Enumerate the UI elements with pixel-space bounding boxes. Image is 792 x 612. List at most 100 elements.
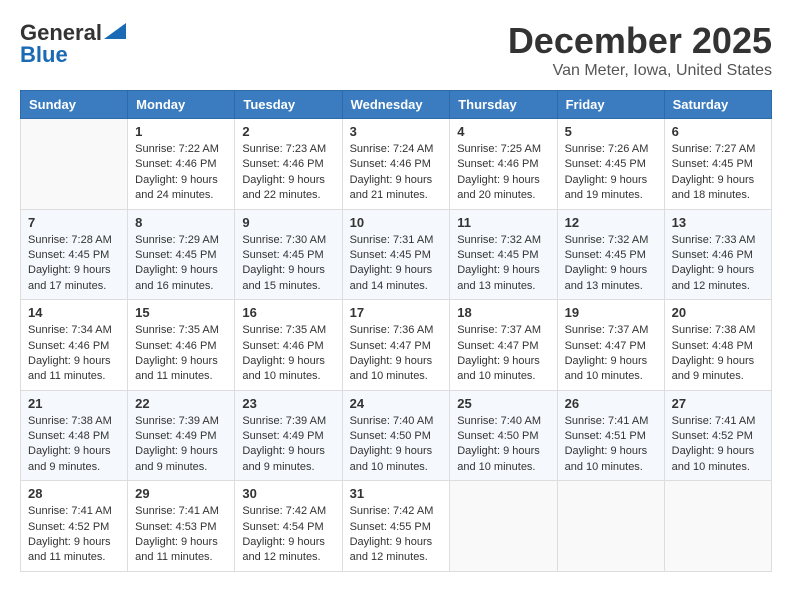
day-number: 1 (135, 124, 227, 139)
calendar-cell (557, 481, 664, 572)
day-number: 13 (672, 215, 764, 230)
calendar-cell: 20 Sunrise: 7:38 AM Sunset: 4:48 PM Dayli… (664, 300, 771, 391)
calendar-cell: 10 Sunrise: 7:31 AM Sunset: 4:45 PM Dayli… (342, 209, 450, 300)
day-info: Sunrise: 7:42 AM Sunset: 4:55 PM Dayligh… (350, 504, 443, 566)
day-info: Sunrise: 7:27 AM Sunset: 4:45 PM Dayligh… (672, 142, 764, 204)
day-info: Sunrise: 7:32 AM Sunset: 4:45 PM Dayligh… (565, 233, 657, 295)
calendar-cell (21, 119, 128, 210)
calendar-cell: 15 Sunrise: 7:35 AM Sunset: 4:46 PM Dayli… (128, 300, 235, 391)
calendar-cell: 11Sunrise: 7:32 AM Sunset: 4:45 PM Dayli… (450, 209, 557, 300)
calendar-cell: 24 Sunrise: 7:40 AM Sunset: 4:50 PM Dayli… (342, 390, 450, 481)
logo: General Blue (20, 20, 126, 68)
calendar-cell: 3Sunrise: 7:24 AM Sunset: 4:46 PM Daylig… (342, 119, 450, 210)
calendar-cell: 17 Sunrise: 7:36 AM Sunset: 4:47 PM Dayli… (342, 300, 450, 391)
day-info: Sunrise: 7:41 AM Sunset: 4:53 PM Dayligh… (135, 504, 227, 566)
day-info: Sunrise: 7:36 AM Sunset: 4:47 PM Dayligh… (350, 323, 443, 385)
calendar-cell: 29Sunrise: 7:41 AM Sunset: 4:53 PM Dayli… (128, 481, 235, 572)
day-info: Sunrise: 7:35 AM Sunset: 4:46 PM Dayligh… (242, 323, 334, 385)
day-info: Sunrise: 7:41 AM Sunset: 4:52 PM Dayligh… (28, 504, 120, 566)
day-number: 21 (28, 396, 120, 411)
day-number: 8 (135, 215, 227, 230)
calendar-week-1: 1 Sunrise: 7:22 AM Sunset: 4:46 PM Daylig… (21, 119, 772, 210)
day-number: 23 (242, 396, 334, 411)
day-info: Sunrise: 7:22 AM Sunset: 4:46 PM Dayligh… (135, 142, 227, 204)
day-info: Sunrise: 7:32 AM Sunset: 4:45 PM Dayligh… (457, 233, 549, 295)
day-info: Sunrise: 7:39 AM Sunset: 4:49 PM Dayligh… (242, 414, 334, 476)
day-info: Sunrise: 7:38 AM Sunset: 4:48 PM Dayligh… (28, 414, 120, 476)
day-number: 16 (242, 305, 334, 320)
day-info: Sunrise: 7:35 AM Sunset: 4:46 PM Dayligh… (135, 323, 227, 385)
day-number: 2 (242, 124, 334, 139)
day-info: Sunrise: 7:28 AM Sunset: 4:45 PM Dayligh… (28, 233, 120, 295)
day-number: 17 (350, 305, 443, 320)
calendar-cell: 23 Sunrise: 7:39 AM Sunset: 4:49 PM Dayli… (235, 390, 342, 481)
weekday-header-friday: Friday (557, 91, 664, 119)
calendar-table: SundayMondayTuesdayWednesdayThursdayFrid… (20, 90, 772, 572)
day-number: 10 (350, 215, 443, 230)
calendar-cell: 21 Sunrise: 7:38 AM Sunset: 4:48 PM Dayli… (21, 390, 128, 481)
day-number: 12 (565, 215, 657, 230)
day-number: 26 (565, 396, 657, 411)
calendar-cell: 1 Sunrise: 7:22 AM Sunset: 4:46 PM Daylig… (128, 119, 235, 210)
day-number: 18 (457, 305, 549, 320)
calendar-cell: 30Sunrise: 7:42 AM Sunset: 4:54 PM Dayli… (235, 481, 342, 572)
day-info: Sunrise: 7:33 AM Sunset: 4:46 PM Dayligh… (672, 233, 764, 295)
day-number: 19 (565, 305, 657, 320)
calendar-cell: 19 Sunrise: 7:37 AM Sunset: 4:47 PM Dayli… (557, 300, 664, 391)
weekday-header-saturday: Saturday (664, 91, 771, 119)
weekday-header-wednesday: Wednesday (342, 91, 450, 119)
calendar-week-4: 21 Sunrise: 7:38 AM Sunset: 4:48 PM Dayli… (21, 390, 772, 481)
calendar-cell: 14Sunrise: 7:34 AM Sunset: 4:46 PM Dayli… (21, 300, 128, 391)
day-number: 4 (457, 124, 549, 139)
day-number: 28 (28, 486, 120, 501)
calendar-cell (664, 481, 771, 572)
weekday-header-monday: Monday (128, 91, 235, 119)
day-info: Sunrise: 7:41 AM Sunset: 4:51 PM Dayligh… (565, 414, 657, 476)
page-header: General Blue December 2025 Van Meter, Io… (20, 20, 772, 80)
day-info: Sunrise: 7:40 AM Sunset: 4:50 PM Dayligh… (457, 414, 549, 476)
calendar-cell: 25 Sunrise: 7:40 AM Sunset: 4:50 PM Dayli… (450, 390, 557, 481)
day-number: 3 (350, 124, 443, 139)
calendar-cell: 5Sunrise: 7:26 AM Sunset: 4:45 PM Daylig… (557, 119, 664, 210)
day-info: Sunrise: 7:41 AM Sunset: 4:52 PM Dayligh… (672, 414, 764, 476)
day-number: 7 (28, 215, 120, 230)
day-info: Sunrise: 7:40 AM Sunset: 4:50 PM Dayligh… (350, 414, 443, 476)
day-info: Sunrise: 7:42 AM Sunset: 4:54 PM Dayligh… (242, 504, 334, 566)
day-number: 31 (350, 486, 443, 501)
day-info: Sunrise: 7:34 AM Sunset: 4:46 PM Dayligh… (28, 323, 120, 385)
calendar-cell: 12 Sunrise: 7:32 AM Sunset: 4:45 PM Dayli… (557, 209, 664, 300)
day-info: Sunrise: 7:30 AM Sunset: 4:45 PM Dayligh… (242, 233, 334, 295)
calendar-cell: 2 Sunrise: 7:23 AM Sunset: 4:46 PM Daylig… (235, 119, 342, 210)
calendar-cell: 9Sunrise: 7:30 AM Sunset: 4:45 PM Daylig… (235, 209, 342, 300)
weekday-header-tuesday: Tuesday (235, 91, 342, 119)
day-number: 27 (672, 396, 764, 411)
calendar-cell: 8Sunrise: 7:29 AM Sunset: 4:45 PM Daylig… (128, 209, 235, 300)
weekday-header-thursday: Thursday (450, 91, 557, 119)
calendar-cell: 22 Sunrise: 7:39 AM Sunset: 4:49 PM Dayli… (128, 390, 235, 481)
day-number: 15 (135, 305, 227, 320)
calendar-cell: 27 Sunrise: 7:41 AM Sunset: 4:52 PM Dayli… (664, 390, 771, 481)
calendar-cell: 28 Sunrise: 7:41 AM Sunset: 4:52 PM Dayli… (21, 481, 128, 572)
day-number: 22 (135, 396, 227, 411)
day-number: 24 (350, 396, 443, 411)
day-info: Sunrise: 7:23 AM Sunset: 4:46 PM Dayligh… (242, 142, 334, 204)
day-info: Sunrise: 7:25 AM Sunset: 4:46 PM Dayligh… (457, 142, 549, 204)
calendar-cell (450, 481, 557, 572)
day-info: Sunrise: 7:31 AM Sunset: 4:45 PM Dayligh… (350, 233, 443, 295)
day-info: Sunrise: 7:39 AM Sunset: 4:49 PM Dayligh… (135, 414, 227, 476)
day-number: 20 (672, 305, 764, 320)
day-number: 25 (457, 396, 549, 411)
calendar-week-5: 28 Sunrise: 7:41 AM Sunset: 4:52 PM Dayli… (21, 481, 772, 572)
logo-blue: Blue (20, 42, 68, 68)
month-title: December 2025 (508, 20, 772, 62)
calendar-cell: 13 Sunrise: 7:33 AM Sunset: 4:46 PM Dayli… (664, 209, 771, 300)
calendar-cell: 31 Sunrise: 7:42 AM Sunset: 4:55 PM Dayli… (342, 481, 450, 572)
calendar-cell: 6Sunrise: 7:27 AM Sunset: 4:45 PM Daylig… (664, 119, 771, 210)
calendar-cell: 7 Sunrise: 7:28 AM Sunset: 4:45 PM Daylig… (21, 209, 128, 300)
day-info: Sunrise: 7:38 AM Sunset: 4:48 PM Dayligh… (672, 323, 764, 385)
day-info: Sunrise: 7:37 AM Sunset: 4:47 PM Dayligh… (457, 323, 549, 385)
calendar-week-3: 14Sunrise: 7:34 AM Sunset: 4:46 PM Dayli… (21, 300, 772, 391)
day-info: Sunrise: 7:37 AM Sunset: 4:47 PM Dayligh… (565, 323, 657, 385)
calendar-week-2: 7 Sunrise: 7:28 AM Sunset: 4:45 PM Daylig… (21, 209, 772, 300)
weekday-header-sunday: Sunday (21, 91, 128, 119)
